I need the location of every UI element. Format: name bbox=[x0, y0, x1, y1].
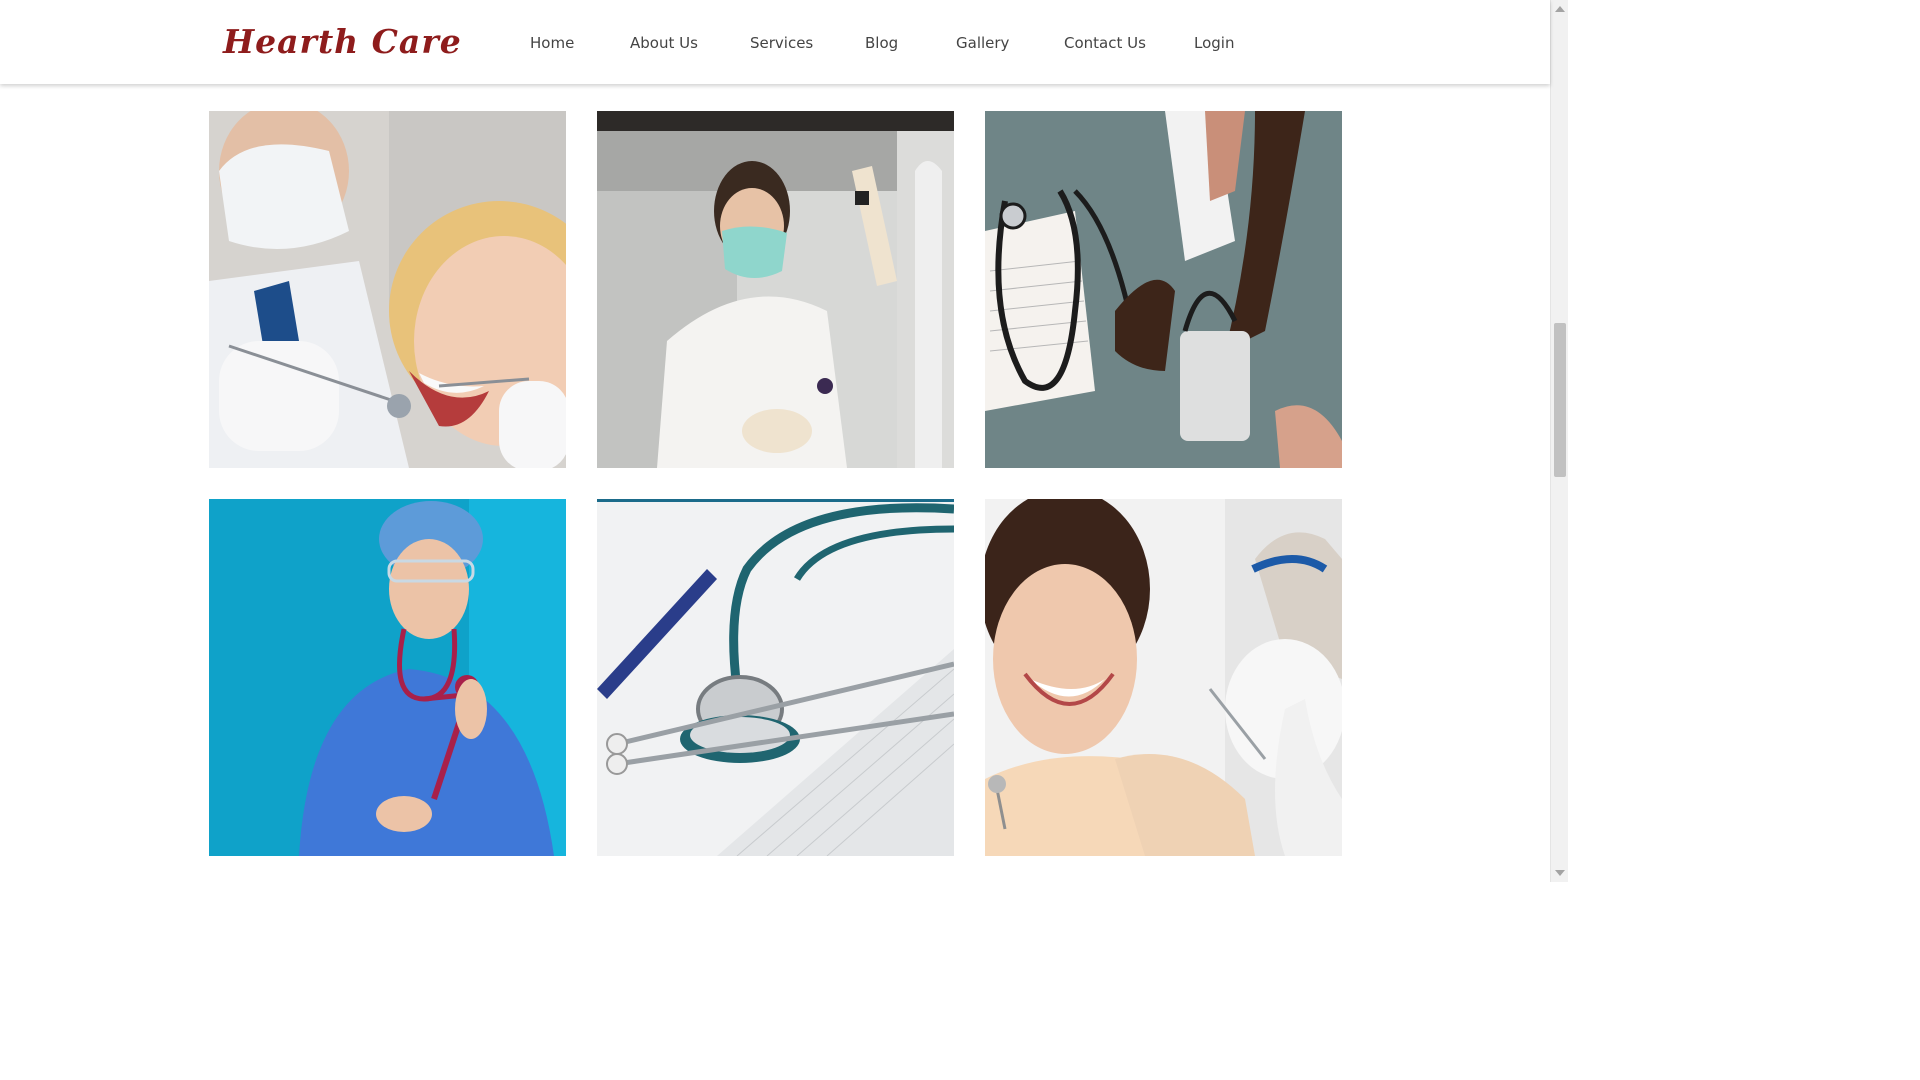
nav-gallery[interactable]: Gallery bbox=[956, 30, 1009, 56]
gallery-image-nurse[interactable] bbox=[209, 499, 566, 856]
nurse-photo bbox=[209, 499, 566, 856]
nav-services[interactable]: Services bbox=[750, 30, 813, 56]
lab-technician-photo bbox=[597, 111, 954, 468]
site-logo[interactable]: Hearth Care bbox=[223, 20, 462, 64]
scrollbar-thumb[interactable] bbox=[1554, 322, 1566, 477]
stethoscope-photo bbox=[597, 499, 954, 856]
navbar: Hearth Care Home About Us Services Blog … bbox=[0, 0, 1550, 84]
nav-blog[interactable]: Blog bbox=[865, 30, 898, 56]
gallery-image-dental-patient[interactable] bbox=[985, 499, 1342, 856]
gallery-image-lab-technician[interactable] bbox=[597, 111, 954, 468]
gallery-image-dentist[interactable] bbox=[209, 111, 566, 468]
gallery-image-stethoscope[interactable] bbox=[597, 499, 954, 856]
scroll-up-icon[interactable] bbox=[1555, 6, 1565, 12]
blood-pressure-photo bbox=[985, 111, 1342, 468]
scroll-down-icon[interactable] bbox=[1555, 870, 1565, 876]
nav-home[interactable]: Home bbox=[530, 30, 574, 56]
nav-login[interactable]: Login bbox=[1194, 30, 1234, 56]
page-scrollbar[interactable] bbox=[1550, 0, 1568, 882]
dental-patient-photo bbox=[985, 499, 1342, 856]
gallery-image-blood-pressure[interactable] bbox=[985, 111, 1342, 468]
dentist-photo bbox=[209, 111, 566, 468]
nav-contact-us[interactable]: Contact Us bbox=[1064, 30, 1146, 56]
nav-about-us[interactable]: About Us bbox=[630, 30, 698, 56]
